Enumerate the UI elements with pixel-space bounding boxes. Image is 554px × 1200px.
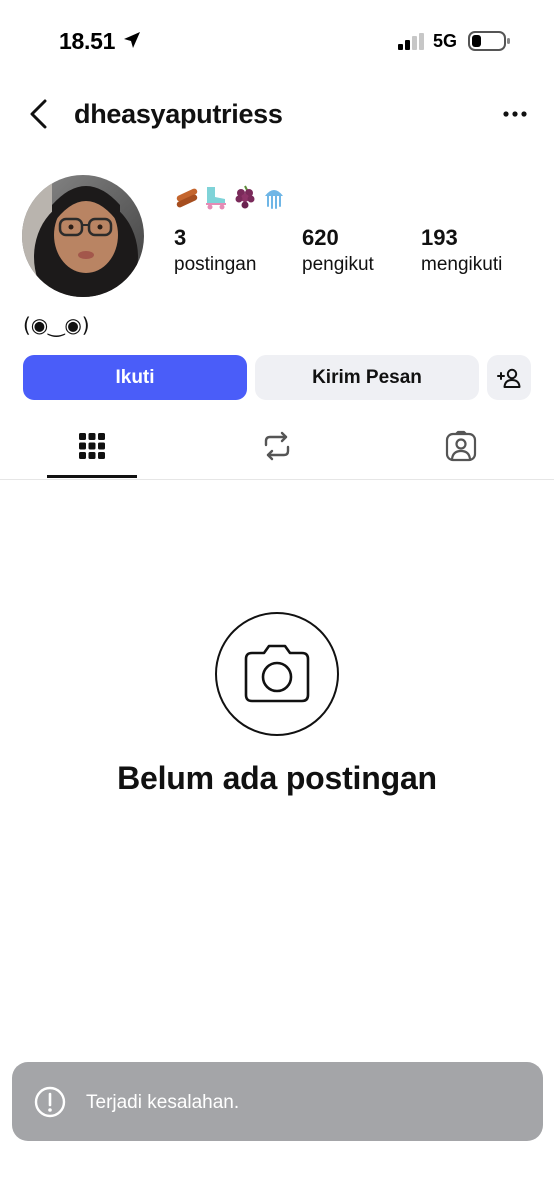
jellyfish-emoji: [265, 190, 283, 209]
grapes-emoji: [235, 185, 255, 209]
profile-bio: (◉‿◉): [23, 313, 90, 337]
send-message-button[interactable]: Kirim Pesan: [255, 355, 479, 400]
signal-icon: [398, 33, 424, 50]
status-time: 18.51: [59, 28, 116, 54]
stat-followers-label: pengikut: [302, 254, 374, 275]
profile-username: dheasyaputriess: [74, 99, 283, 129]
stat-followers-value: 620: [302, 225, 339, 250]
stat-following[interactable]: 193 mengikuti: [421, 225, 502, 276]
toast-message: Terjadi kesalahan.: [86, 1092, 240, 1113]
battery-icon: [468, 31, 510, 51]
tab-posts-grid[interactable]: [46, 412, 138, 479]
empty-state-camera: [215, 612, 339, 736]
tab-reposts[interactable]: [231, 412, 323, 479]
stat-following-value: 193: [421, 225, 458, 250]
location-arrow-icon: [124, 32, 140, 48]
empty-state-title: Belum ada postingan: [117, 760, 437, 796]
emoji-row: [174, 184, 287, 210]
chevron-left-icon[interactable]: [26, 98, 52, 130]
roller-skate-emoji: [206, 187, 226, 210]
tagged-user-icon: [445, 430, 477, 461]
tab-tagged[interactable]: [415, 412, 507, 479]
avatar[interactable]: [22, 175, 144, 297]
grid-icon: [79, 432, 105, 459]
stat-posts-value: 3: [174, 225, 187, 250]
more-horizontal-icon[interactable]: [500, 104, 530, 124]
follow-button[interactable]: Ikuti: [23, 355, 247, 400]
repost-icon: [264, 431, 290, 460]
network-type: 5G: [433, 31, 458, 51]
add-user-icon: [497, 368, 521, 388]
sausage-emoji: [176, 188, 198, 208]
camera-icon: [244, 644, 310, 703]
alert-circle-icon: [34, 1086, 66, 1118]
stat-posts[interactable]: 3 postingan: [174, 225, 256, 276]
active-tab-indicator: [47, 475, 137, 478]
stat-following-label: mengikuti: [421, 254, 503, 275]
status-bar: 18.51 5G: [0, 0, 554, 84]
profile-header: dheasyaputriess: [0, 86, 554, 144]
error-toast[interactable]: Terjadi kesalahan.: [12, 1062, 543, 1141]
stat-posts-label: postingan: [174, 254, 257, 275]
avatar-photo: [22, 175, 144, 297]
suggest-users-button[interactable]: [487, 355, 531, 400]
stat-followers[interactable]: 620 pengikut: [302, 225, 374, 276]
profile-tabs: [0, 412, 554, 480]
